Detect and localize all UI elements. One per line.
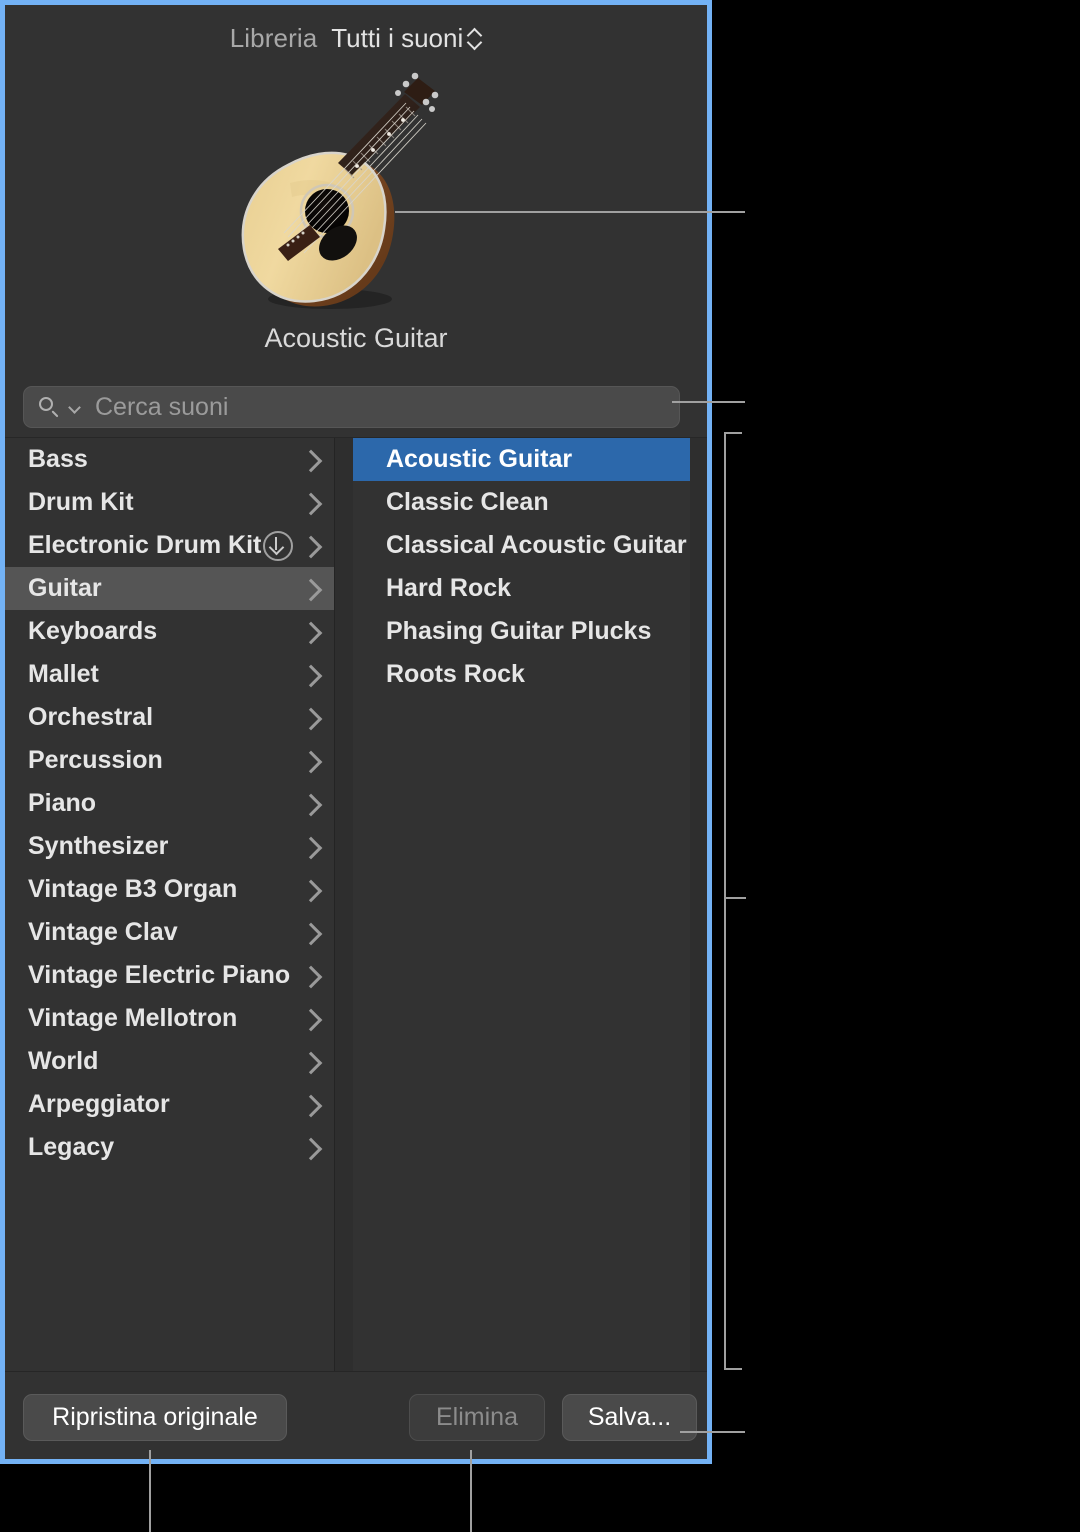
callout-bracket-bottom-arm — [724, 1368, 742, 1370]
category-row[interactable]: Orchestral — [5, 696, 334, 739]
restore-original-button[interactable]: Ripristina originale — [23, 1394, 287, 1441]
patch-row[interactable]: Hard Rock — [353, 567, 690, 610]
chevron-right-icon — [303, 625, 317, 639]
patch-list[interactable]: Acoustic Guitar Classic Clean Classical Ac… — [353, 438, 690, 1371]
category-label: Drum Kit — [28, 488, 303, 517]
patch-row[interactable]: Classical Acoustic Guitar — [353, 524, 690, 567]
category-label: Piano — [28, 789, 303, 818]
callout-line-preview — [395, 211, 745, 213]
category-row[interactable]: Drum Kit — [5, 481, 334, 524]
patch-label: Phasing Guitar Plucks — [386, 617, 651, 646]
category-label: Orchestral — [28, 703, 303, 732]
category-label: Vintage B3 Organ — [28, 875, 303, 904]
category-row[interactable]: Bass — [5, 438, 334, 481]
callout-line-delete — [470, 1450, 472, 1532]
search-input[interactable]: Cerca suoni — [95, 393, 228, 422]
category-label: Mallet — [28, 660, 303, 689]
callout-bracket-browser — [724, 432, 726, 1370]
chevron-right-icon — [303, 1055, 317, 1069]
chevron-right-icon — [303, 711, 317, 725]
category-row[interactable]: Vintage Electric Piano — [5, 954, 334, 997]
patch-row[interactable]: Roots Rock — [353, 653, 690, 696]
instrument-preview: Acoustic Guitar — [5, 65, 707, 365]
download-icon[interactable] — [263, 531, 293, 561]
delete-button[interactable]: Elimina — [409, 1394, 545, 1441]
chevron-right-icon — [303, 1012, 317, 1026]
category-label: Electronic Drum Kit — [28, 531, 263, 560]
library-panel: Libreria Tutti i suoni — [0, 0, 712, 1464]
sound-filter-value: Tutti i suoni — [331, 23, 463, 54]
chevron-right-icon — [303, 668, 317, 682]
category-row[interactable]: Keyboards — [5, 610, 334, 653]
category-row[interactable]: Guitar — [5, 567, 334, 610]
chevron-right-icon — [303, 539, 317, 553]
updown-chevron-icon — [468, 25, 482, 51]
category-row[interactable]: Vintage Clav — [5, 911, 334, 954]
patch-row[interactable]: Phasing Guitar Plucks — [353, 610, 690, 653]
chevron-right-icon — [303, 969, 317, 983]
category-label: Keyboards — [28, 617, 303, 646]
category-label: Guitar — [28, 574, 303, 603]
category-label: Percussion — [28, 746, 303, 775]
search-field[interactable]: Cerca suoni — [23, 386, 680, 428]
search-row: Cerca suoni — [5, 386, 707, 430]
category-row[interactable]: Piano — [5, 782, 334, 825]
sound-browser: Bass Drum Kit Electronic Drum Kit Guitar Key… — [5, 437, 707, 1371]
category-label: Legacy — [28, 1133, 303, 1162]
patch-label: Classic Clean — [386, 488, 549, 517]
patch-label: Acoustic Guitar — [386, 445, 572, 474]
category-label: World — [28, 1047, 303, 1076]
acoustic-guitar-image — [230, 71, 490, 321]
patch-list-scrollbar[interactable] — [690, 438, 707, 1371]
library-footer: Ripristina originale Elimina Salva... — [5, 1371, 707, 1460]
patch-label: Roots Rock — [386, 660, 525, 689]
category-row[interactable]: Vintage Mellotron — [5, 997, 334, 1040]
callout-bracket-top-arm — [724, 432, 742, 434]
category-row[interactable]: Vintage B3 Organ — [5, 868, 334, 911]
patch-row[interactable]: Classic Clean — [353, 481, 690, 524]
library-header: Libreria Tutti i suoni — [5, 5, 707, 71]
chevron-right-icon — [303, 926, 317, 940]
chevron-right-icon — [303, 1141, 317, 1155]
callout-line-search — [672, 401, 745, 403]
category-label: Arpeggiator — [28, 1090, 303, 1119]
chevron-right-icon — [303, 754, 317, 768]
category-label: Vintage Electric Piano — [28, 961, 303, 990]
category-label: Synthesizer — [28, 832, 303, 861]
chevron-right-icon — [303, 453, 317, 467]
category-label: Bass — [28, 445, 303, 474]
library-title: Libreria — [230, 23, 318, 54]
patch-label: Classical Acoustic Guitar — [386, 531, 687, 560]
chevron-right-icon — [303, 797, 317, 811]
callout-line-save — [680, 1431, 745, 1433]
category-row[interactable]: Mallet — [5, 653, 334, 696]
callout-line-restore — [149, 1450, 151, 1532]
save-button[interactable]: Salva... — [562, 1394, 697, 1441]
chevron-right-icon — [303, 840, 317, 854]
patch-row[interactable]: Acoustic Guitar — [353, 438, 690, 481]
category-row[interactable]: Electronic Drum Kit — [5, 524, 334, 567]
category-label: Vintage Mellotron — [28, 1004, 303, 1033]
chevron-right-icon — [303, 1098, 317, 1112]
category-row[interactable]: Percussion — [5, 739, 334, 782]
patch-label: Hard Rock — [386, 574, 511, 603]
chevron-down-icon[interactable] — [70, 403, 81, 414]
callout-bracket-tick — [726, 897, 746, 899]
chevron-right-icon — [303, 496, 317, 510]
chevron-right-icon — [303, 582, 317, 596]
chevron-right-icon — [303, 883, 317, 897]
category-row[interactable]: Legacy — [5, 1126, 334, 1169]
search-icon[interactable] — [38, 395, 62, 419]
category-row[interactable]: World — [5, 1040, 334, 1083]
category-row[interactable]: Synthesizer — [5, 825, 334, 868]
instrument-name-label: Acoustic Guitar — [5, 323, 707, 354]
category-label: Vintage Clav — [28, 918, 303, 947]
category-list-gutter — [335, 438, 353, 1371]
sound-filter-popup[interactable]: Tutti i suoni — [331, 23, 482, 54]
category-list[interactable]: Bass Drum Kit Electronic Drum Kit Guitar Key… — [5, 438, 334, 1371]
category-row[interactable]: Arpeggiator — [5, 1083, 334, 1126]
